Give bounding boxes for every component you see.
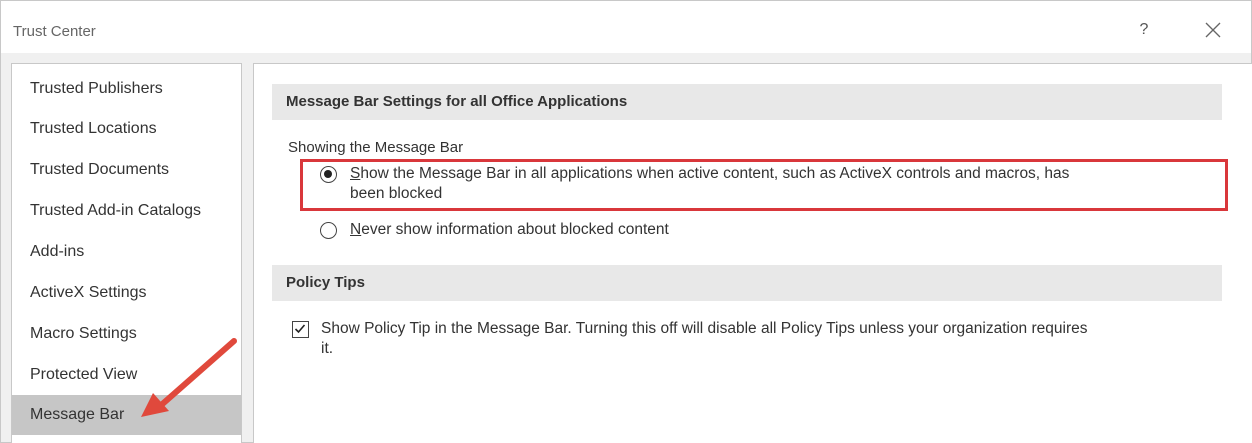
sidebar-item-macro-settings[interactable]: Macro Settings bbox=[12, 314, 241, 354]
option-show-text-line1: how the Message Bar in all applications … bbox=[360, 165, 1070, 182]
checkbox-show-policy-tip[interactable] bbox=[292, 321, 309, 338]
sidebar-nav: Trusted Publishers Trusted Locations Tru… bbox=[11, 63, 242, 443]
sidebar-item-trusted-add-in-catalogs[interactable]: Trusted Add-in Catalogs bbox=[12, 191, 241, 231]
checkbox-show-policy-tip-label[interactable]: Show Policy Tip in the Message Bar. Turn… bbox=[321, 319, 1088, 359]
sidebar-item-protected-view[interactable]: Protected View bbox=[12, 355, 241, 395]
option-show-text-line2: been blocked bbox=[350, 185, 443, 202]
sidebar-item-trusted-publishers[interactable]: Trusted Publishers bbox=[12, 69, 241, 109]
option-show-message-bar-label[interactable]: Show the Message Bar in all applications… bbox=[350, 164, 1069, 204]
radio-selected-dot bbox=[324, 170, 332, 178]
sidebar-item-activex-settings[interactable]: ActiveX Settings bbox=[12, 273, 241, 313]
checkmark-icon bbox=[294, 324, 306, 334]
sidebar-item-add-ins[interactable]: Add-ins bbox=[12, 232, 241, 272]
option-never-show-label[interactable]: Never show information about blocked con… bbox=[350, 220, 669, 240]
access-key-n: N bbox=[350, 221, 362, 238]
sidebar-item-trusted-documents[interactable]: Trusted Documents bbox=[12, 150, 241, 190]
settings-panel: Message Bar Settings for all Office Appl… bbox=[253, 63, 1252, 443]
close-button[interactable] bbox=[1201, 18, 1225, 42]
dialog-title: Trust Center bbox=[13, 23, 96, 40]
section-header-message-bar: Message Bar Settings for all Office Appl… bbox=[272, 84, 1222, 120]
radio-show-message-bar[interactable] bbox=[320, 166, 337, 183]
title-bar: Trust Center ? bbox=[1, 1, 1251, 53]
group-label-showing-message-bar: Showing the Message Bar bbox=[288, 139, 464, 156]
help-button[interactable]: ? bbox=[1134, 19, 1154, 41]
access-key-s: S bbox=[350, 165, 361, 182]
sidebar-item-trusted-locations[interactable]: Trusted Locations bbox=[12, 109, 241, 149]
policy-tip-text-line2: it. bbox=[321, 340, 334, 357]
radio-never-show[interactable] bbox=[320, 222, 337, 239]
option-never-text: ever show information about blocked cont… bbox=[361, 221, 669, 238]
trust-center-dialog: Trust Center ? Trusted Publishers Truste… bbox=[0, 0, 1252, 443]
close-icon bbox=[1205, 22, 1221, 38]
policy-tip-text-line1: Show Policy Tip in the Message Bar. Turn… bbox=[321, 320, 1088, 337]
section-header-policy-tips: Policy Tips bbox=[272, 265, 1222, 301]
sidebar-item-message-bar[interactable]: Message Bar bbox=[12, 395, 241, 435]
